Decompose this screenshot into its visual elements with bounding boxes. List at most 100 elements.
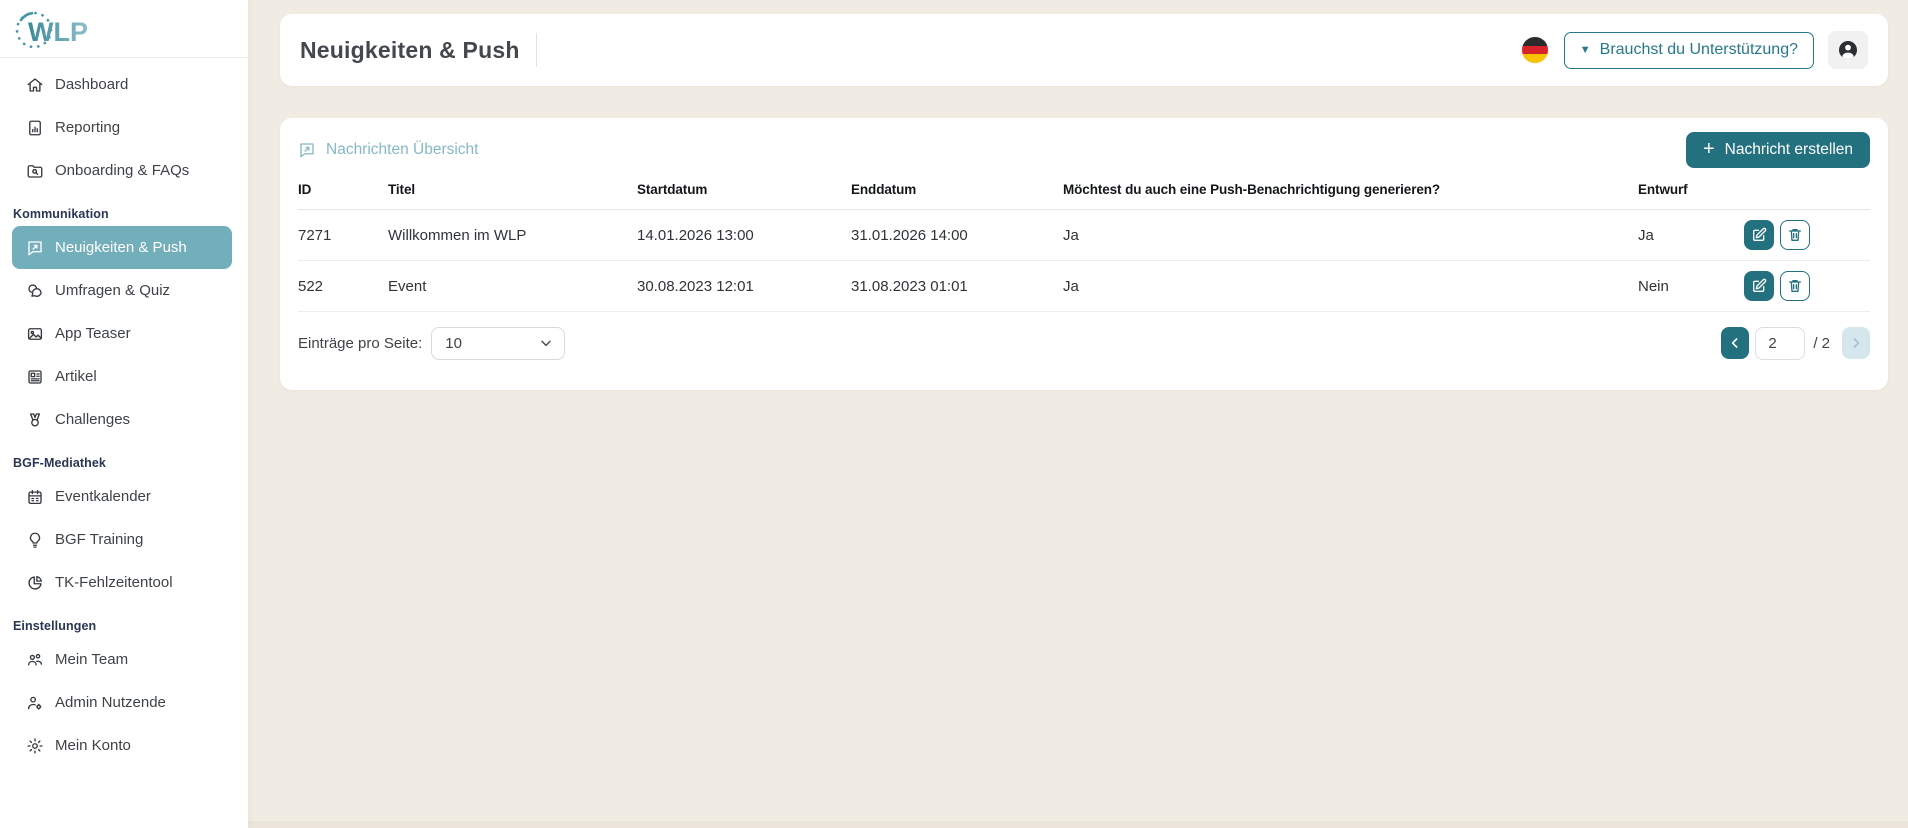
bottom-strip <box>248 821 1908 828</box>
edit-icon <box>1753 278 1767 292</box>
cell-titel: Willkommen im WLP <box>388 209 637 261</box>
page-number-input[interactable] <box>1755 326 1806 360</box>
home-icon <box>26 76 44 94</box>
cell-enddatum: 31.01.2026 14:00 <box>851 209 1063 261</box>
pie-chart-icon <box>26 574 44 592</box>
delete-button[interactable] <box>1780 271 1810 301</box>
sidebar-item-bgf-training[interactable]: BGF Training <box>12 518 232 561</box>
cell-enddatum: 31.08.2023 01:01 <box>851 260 1063 312</box>
sidebar-item-umfragen-quiz[interactable]: Umfragen & Quiz <box>12 269 232 312</box>
page-total-label: / 2 <box>1813 334 1830 352</box>
column-header-id: ID <box>298 176 388 210</box>
column-header-titel: Titel <box>388 176 637 210</box>
plus-icon: + <box>1702 138 1715 160</box>
sidebar-item-artikel[interactable]: Artikel <box>12 355 232 398</box>
section-title-einstellungen: Einstellungen <box>13 619 97 633</box>
cell-push: Ja <box>1063 260 1638 312</box>
table-header-row: ID Titel Startdatum Enddatum Möchtest du… <box>298 176 1870 210</box>
sidebar-nav: Dashboard Reporting Onboarding & FAQs Ko… <box>0 58 248 767</box>
sidebar-item-label: Mein Konto <box>55 737 131 754</box>
cell-id: 522 <box>298 260 388 312</box>
sidebar-item-reporting[interactable]: Reporting <box>12 106 232 149</box>
edit-button[interactable] <box>1744 271 1774 301</box>
pagination-bar: Einträge pro Seite: 10 / 2 <box>298 326 1870 360</box>
sidebar-item-label: Artikel <box>55 368 97 385</box>
column-header-actions <box>1738 176 1870 210</box>
sidebar-item-label: Dashboard <box>55 76 129 93</box>
section-title-kommunikation: Kommunikation <box>13 207 109 221</box>
medal-icon <box>26 411 44 429</box>
edit-icon <box>1753 227 1767 241</box>
calendar-icon <box>26 488 44 506</box>
user-gear-icon <box>26 694 44 712</box>
message-share-icon <box>26 239 44 257</box>
report-icon <box>26 119 44 137</box>
sidebar-item-label: Umfragen & Quiz <box>55 282 171 299</box>
next-page-button[interactable] <box>1842 327 1870 359</box>
user-avatar-button[interactable] <box>1828 31 1868 69</box>
cell-push: Ja <box>1063 209 1638 261</box>
column-header-push: Möchtest du auch eine Push-Benachrichtig… <box>1063 176 1638 210</box>
edit-button[interactable] <box>1744 220 1774 250</box>
sidebar-item-neuigkeiten-push[interactable]: Neuigkeiten & Push <box>12 226 232 269</box>
gear-icon <box>26 737 44 755</box>
chat-bubbles-icon <box>26 282 44 300</box>
image-icon <box>26 325 44 343</box>
section-title-bgf-mediathek: BGF-Mediathek <box>13 456 106 470</box>
per-page-label: Einträge pro Seite: <box>298 334 423 352</box>
svg-text:WLP: WLP <box>28 17 88 47</box>
sidebar: WLP Dashboard Reporting Onboarding & FAQ… <box>0 0 248 828</box>
trash-icon <box>1789 229 1801 241</box>
sidebar-item-eventkalender[interactable]: Eventkalender <box>12 475 232 518</box>
sidebar-item-tk-fehlzeitentool[interactable]: TK-Fehlzeitentool <box>12 561 232 604</box>
sidebar-item-label: Reporting <box>55 119 121 136</box>
sidebar-item-onboarding-faqs[interactable]: Onboarding & FAQs <box>12 149 232 192</box>
sidebar-item-admin-nutzende[interactable]: Admin Nutzende <box>12 681 232 724</box>
chevron-down-icon <box>541 340 551 347</box>
create-message-label: Nachricht erstellen <box>1724 141 1853 158</box>
page-title: Neuigkeiten & Push <box>300 36 520 63</box>
per-page-value: 10 <box>445 334 462 352</box>
sidebar-item-mein-konto[interactable]: Mein Konto <box>12 724 232 767</box>
caret-down-icon: ▼ <box>1579 43 1591 56</box>
sidebar-item-mein-team[interactable]: Mein Team <box>12 638 232 681</box>
message-share-icon <box>300 143 314 158</box>
newspaper-icon <box>26 368 44 386</box>
support-button-label: Brauchst du Unterstützung? <box>1599 41 1798 58</box>
per-page-select[interactable]: 10 <box>431 326 566 360</box>
cell-id: 7271 <box>298 209 388 261</box>
delete-button[interactable] <box>1780 220 1810 250</box>
previous-page-button[interactable] <box>1721 327 1750 359</box>
lightbulb-icon <box>26 531 44 549</box>
account-circle-icon <box>1839 41 1857 59</box>
overview-link-label: Nachrichten Übersicht <box>326 141 479 158</box>
sidebar-item-label: BGF Training <box>55 531 144 548</box>
chevron-right-icon <box>1853 338 1860 348</box>
sidebar-item-challenges[interactable]: Challenges <box>12 398 232 441</box>
trash-icon <box>1789 280 1801 292</box>
team-icon <box>26 651 44 669</box>
chevron-left-icon <box>1732 338 1738 348</box>
cell-entwurf: Ja <box>1638 209 1738 261</box>
sidebar-item-label: TK-Fehlzeitentool <box>55 574 173 591</box>
sidebar-item-dashboard[interactable]: Dashboard <box>12 63 232 106</box>
sidebar-item-label: Eventkalender <box>55 488 151 505</box>
title-divider <box>535 33 537 67</box>
support-button[interactable]: ▼ Brauchst du Unterstützung? <box>1563 31 1814 69</box>
sidebar-item-label: Admin Nutzende <box>55 694 166 711</box>
sidebar-item-label: App Teaser <box>55 325 131 342</box>
sidebar-item-label: Challenges <box>55 411 131 428</box>
cell-startdatum: 14.01.2026 13:00 <box>637 209 851 261</box>
column-header-entwurf: Entwurf <box>1638 176 1738 210</box>
create-message-button[interactable]: + Nachricht erstellen <box>1685 132 1870 168</box>
column-header-startdatum: Startdatum <box>637 176 851 210</box>
messages-card: Nachrichten Übersicht + Nachricht erstel… <box>280 118 1888 390</box>
cell-titel: Event <box>388 260 637 312</box>
folder-search-icon <box>26 162 44 180</box>
page-header: Neuigkeiten & Push ▼ Brauchst du Unterst… <box>280 14 1888 86</box>
messages-overview-link[interactable]: Nachrichten Übersicht <box>298 141 478 159</box>
logo[interactable]: WLP <box>0 0 248 58</box>
sidebar-item-app-teaser[interactable]: App Teaser <box>12 312 232 355</box>
sidebar-item-label: Mein Team <box>55 651 129 668</box>
language-flag-german-icon[interactable] <box>1521 37 1548 63</box>
